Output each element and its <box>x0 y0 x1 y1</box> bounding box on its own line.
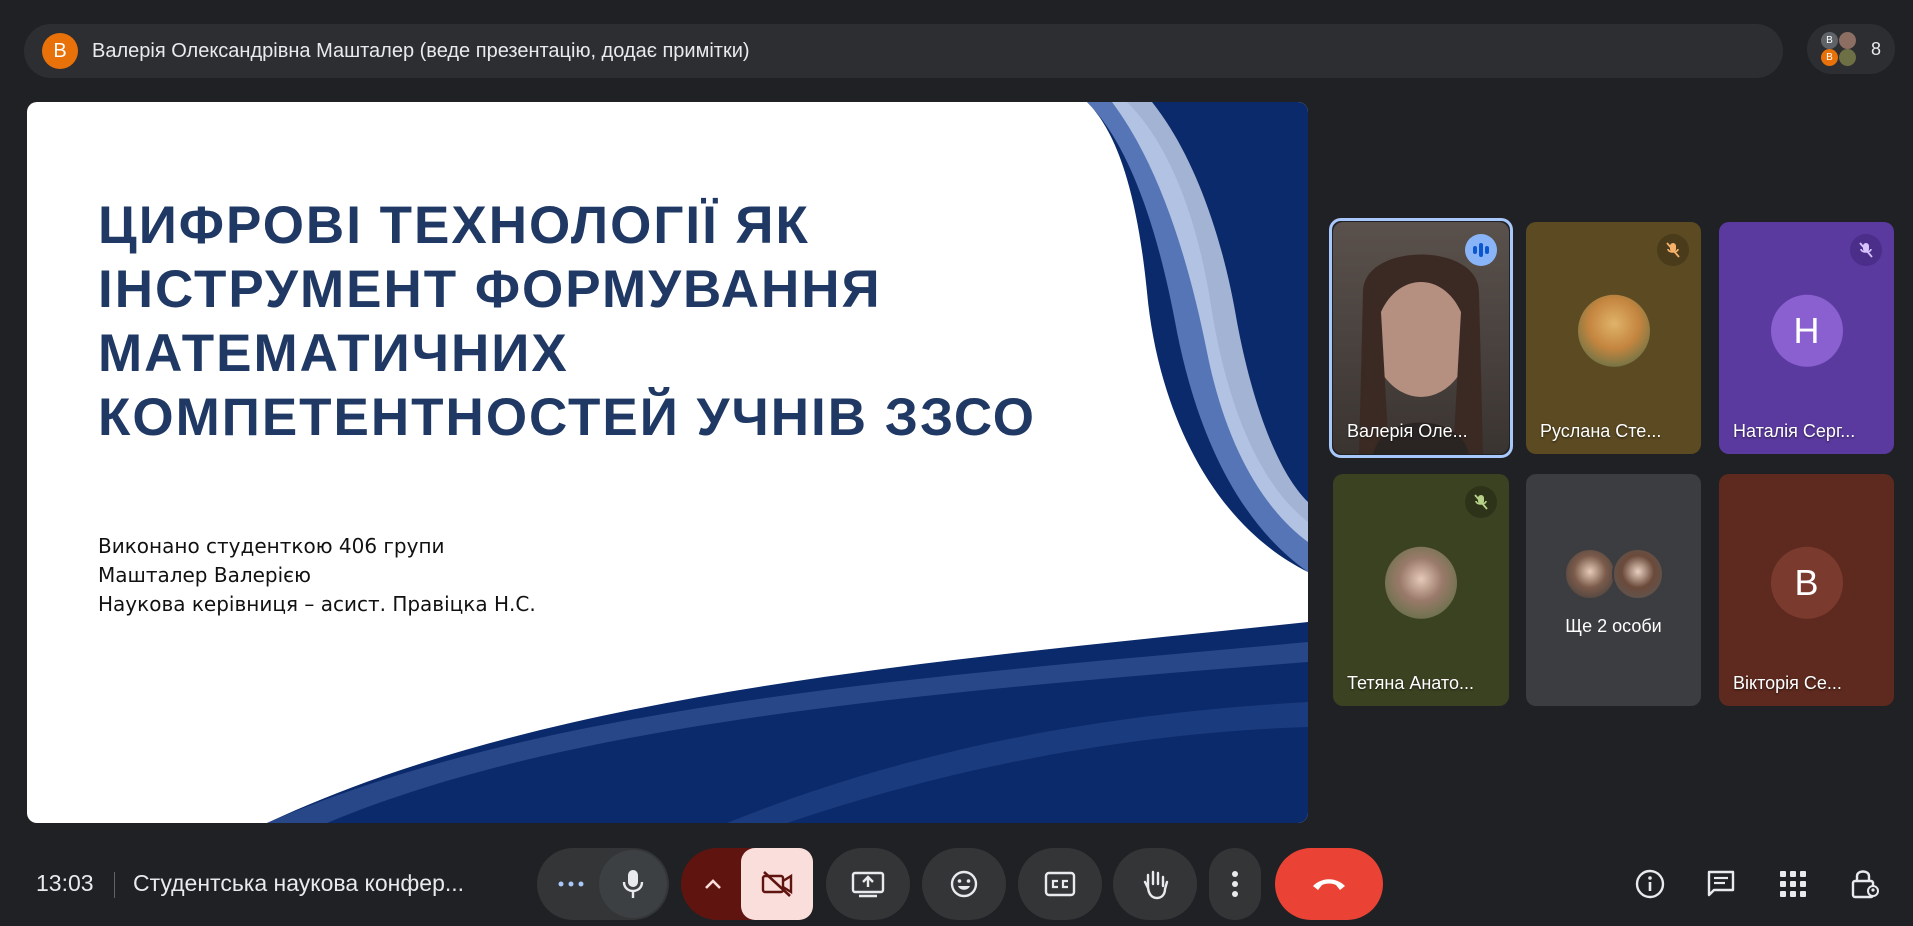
mini-avatar: В <box>1821 49 1838 66</box>
mic-off-icon <box>1465 486 1497 518</box>
participant-name: Руслана Сте... <box>1540 421 1662 441</box>
slide-title: ЦИФРОВІ ТЕХНОЛОГІЇ ЯК ІНСТРУМЕНТ ФОРМУВА… <box>98 194 1138 450</box>
slide-subtitle-line: Виконано студенткою 406 групи <box>98 534 445 558</box>
participant-name: Вікторія Се... <box>1733 673 1842 693</box>
video-control-group <box>681 848 813 920</box>
leave-call-button[interactable] <box>1275 848 1383 920</box>
participant-avatar: В <box>1770 546 1843 619</box>
people-button[interactable]: В В 8 <box>1807 24 1895 74</box>
camera-off-button[interactable] <box>741 848 813 920</box>
mic-off-icon <box>1657 234 1689 266</box>
captions-button[interactable] <box>1018 848 1102 920</box>
video-options-button[interactable] <box>693 866 733 902</box>
participant-tile[interactable]: Тетяна Анато... <box>1333 474 1509 706</box>
microphone-button[interactable] <box>599 850 667 918</box>
participant-tile-group[interactable]: Ще 2 особи <box>1526 474 1701 706</box>
emoji-icon <box>950 870 978 898</box>
end-call-icon <box>1313 879 1345 890</box>
activities-button[interactable] <box>1771 862 1815 906</box>
slide-subtitle: Виконано студенткою 406 групи Машталер В… <box>98 532 536 619</box>
participant-tile[interactable]: В Вікторія Се... <box>1719 474 1894 706</box>
closed-captions-icon <box>1044 871 1076 897</box>
more-horizontal-icon <box>558 881 584 887</box>
group-label: Ще 2 особи <box>1565 616 1662 636</box>
present-screen-button[interactable] <box>826 848 910 920</box>
more-vertical-icon <box>1232 871 1238 897</box>
chat-button[interactable] <box>1699 862 1743 906</box>
participant-mini-avatars: В В <box>1821 32 1859 66</box>
slide-title-line: МАТЕМАТИЧНИХ <box>98 324 569 383</box>
participant-avatar <box>1577 294 1650 367</box>
participant-name: Тетяна Анато... <box>1347 673 1474 693</box>
meeting-details-button[interactable] <box>1628 862 1672 906</box>
slide-subtitle-line: Наукова керівниця – асист. Правіцка Н.С. <box>98 592 536 616</box>
audio-options-button[interactable] <box>551 870 591 898</box>
meet-window: В Валерія Олександрівна Машталер (веде п… <box>0 0 1913 926</box>
group-avatar <box>1612 548 1664 600</box>
present-screen-icon <box>851 871 885 898</box>
chat-icon <box>1707 870 1735 897</box>
participant-tile[interactable]: Н Наталія Серг... <box>1719 222 1894 454</box>
slide-subtitle-line: Машталер Валерією <box>98 563 311 587</box>
raise-hand-button[interactable] <box>1113 848 1197 920</box>
mini-avatar: В <box>1821 32 1838 49</box>
speaking-indicator-icon <box>1465 234 1497 266</box>
meeting-clock: 13:03 <box>36 870 94 896</box>
people-count: 8 <box>1871 38 1882 59</box>
participant-name: Наталія Серг... <box>1733 421 1856 441</box>
slide-title-line: ІНСТРУМЕНТ ФОРМУВАННЯ <box>98 260 882 319</box>
more-options-button[interactable] <box>1209 848 1261 920</box>
presenter-avatar: В <box>42 33 78 69</box>
divider <box>114 872 115 898</box>
reactions-button[interactable] <box>922 848 1006 920</box>
microphone-icon <box>622 870 644 898</box>
audio-control-group <box>537 848 669 920</box>
group-avatar <box>1564 548 1616 600</box>
slide-title-line: КОМПЕТЕНТНОСТЕЙ УЧНІВ ЗЗСО <box>98 388 1037 447</box>
meeting-title: Студентська наукова конфер... <box>133 870 465 896</box>
host-controls-button[interactable] <box>1843 862 1887 906</box>
chevron-up-icon <box>705 879 721 889</box>
camera-off-icon <box>761 871 793 897</box>
slide-title-line: ЦИФРОВІ ТЕХНОЛОГІЇ ЯК <box>98 196 810 255</box>
participant-name: Валерія Оле... <box>1347 421 1468 441</box>
participant-avatar: Н <box>1770 294 1843 367</box>
participant-tile[interactable]: Валерія Оле... <box>1333 222 1509 454</box>
apps-grid-icon <box>1780 871 1806 897</box>
participant-tile[interactable]: Руслана Сте... <box>1526 222 1701 454</box>
participant-avatar <box>1385 546 1457 619</box>
mini-avatar-photo <box>1839 49 1856 66</box>
raise-hand-icon <box>1143 870 1169 900</box>
mic-off-icon <box>1850 234 1882 266</box>
presenter-label: Валерія Олександрівна Машталер (веде пре… <box>92 39 750 62</box>
mini-avatar-photo <box>1839 32 1856 49</box>
presentation-slide: ЦИФРОВІ ТЕХНОЛОГІЇ ЯК ІНСТРУМЕНТ ФОРМУВА… <box>27 102 1308 823</box>
info-icon <box>1635 869 1665 899</box>
presenter-bar[interactable]: В Валерія Олександрівна Машталер (веде п… <box>24 24 1783 78</box>
lock-person-icon <box>1851 870 1879 899</box>
